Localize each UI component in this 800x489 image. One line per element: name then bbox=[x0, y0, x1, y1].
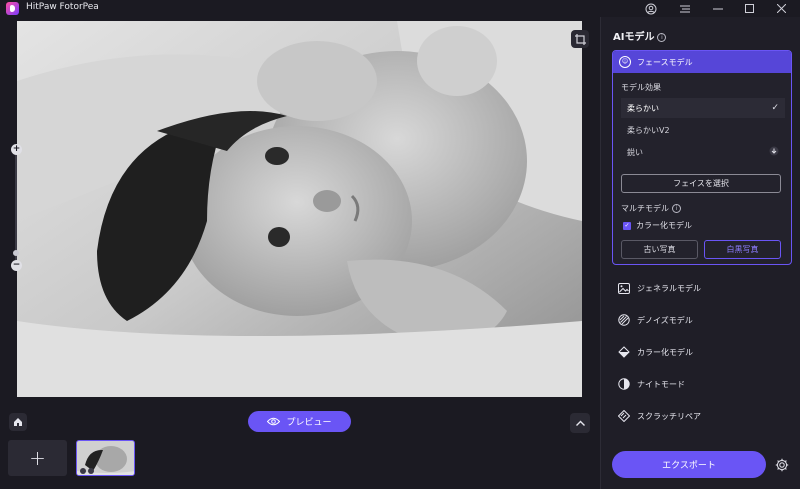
photo-canvas[interactable] bbox=[17, 21, 582, 397]
face-model-header[interactable]: ☺ フェースモデル bbox=[613, 51, 791, 73]
model-item-label: カラー化モデル bbox=[637, 347, 693, 357]
add-image-button[interactable]: + bbox=[8, 440, 67, 476]
preview-label: プレビュー bbox=[286, 418, 332, 428]
scratch-icon bbox=[618, 410, 630, 422]
checkbox-checked-icon[interactable]: ✓ bbox=[623, 221, 631, 230]
maximize-icon[interactable] bbox=[736, 0, 762, 17]
effect-option-label: 柔らかいV2 bbox=[627, 125, 670, 135]
model-item-label: ジェネラルモデル bbox=[637, 283, 701, 293]
multi-model-text: マルチモデル bbox=[621, 204, 669, 213]
colorize-checkbox-row[interactable]: ✓ カラー化モデル bbox=[623, 220, 692, 231]
info-icon[interactable]: i bbox=[672, 204, 681, 213]
thumbnail-image bbox=[77, 441, 134, 475]
preview-button[interactable]: プレビュー bbox=[248, 411, 351, 432]
zoom-out-icon[interactable]: − bbox=[11, 260, 22, 271]
old-photo-button[interactable]: 古い写真 bbox=[621, 240, 698, 259]
zoom-slider-thumb[interactable] bbox=[13, 250, 19, 256]
home-button[interactable] bbox=[9, 413, 27, 431]
select-face-button[interactable]: フェイスを選択 bbox=[621, 174, 781, 193]
image-icon bbox=[618, 282, 630, 294]
crop-icon bbox=[574, 33, 586, 45]
account-icon[interactable] bbox=[638, 0, 664, 17]
model-item-colorize[interactable]: カラー化モデル bbox=[618, 344, 693, 360]
model-effect-label: モデル効果 bbox=[621, 83, 661, 92]
model-item-label: スクラッチリペア bbox=[637, 411, 701, 421]
eye-icon bbox=[267, 417, 281, 426]
zoom-slider[interactable] bbox=[15, 152, 17, 262]
effect-option-label: 柔らかい bbox=[627, 103, 659, 113]
effect-option-sharp[interactable]: 鋭い bbox=[621, 142, 785, 162]
checkmark-icon: ✓ bbox=[771, 103, 779, 113]
settings-button[interactable] bbox=[773, 456, 790, 473]
zoom-in-icon[interactable]: + bbox=[11, 144, 22, 155]
app-title: HitPaw FotorPea bbox=[26, 2, 99, 12]
info-icon[interactable]: i bbox=[657, 33, 667, 42]
effect-option-soft[interactable]: 柔らかい ✓ bbox=[621, 98, 785, 118]
colorize-checkbox-label: カラー化モデル bbox=[636, 221, 692, 230]
multi-model-label: マルチモデル i bbox=[621, 203, 681, 214]
chevron-up-icon bbox=[575, 420, 585, 426]
close-icon[interactable] bbox=[768, 0, 794, 17]
effect-option-soft-v2[interactable]: 柔らかいV2 bbox=[621, 120, 785, 140]
model-item-denoise[interactable]: デノイズモデル bbox=[618, 312, 693, 328]
panel-title-text: AIモデル bbox=[613, 32, 655, 43]
half-circle-icon bbox=[618, 378, 630, 390]
collapse-button[interactable] bbox=[570, 413, 590, 433]
model-item-night[interactable]: ナイトモード bbox=[618, 376, 685, 392]
export-button[interactable]: エクスポート bbox=[612, 451, 766, 478]
minimize-icon[interactable] bbox=[705, 0, 731, 17]
gear-icon bbox=[775, 458, 788, 471]
app-logo-icon bbox=[6, 2, 19, 15]
face-model-label: フェースモデル bbox=[637, 57, 693, 67]
menu-icon[interactable] bbox=[672, 0, 698, 17]
model-item-label: デノイズモデル bbox=[637, 315, 693, 325]
home-icon bbox=[14, 418, 22, 426]
model-item-scratch[interactable]: スクラッチリペア bbox=[618, 408, 701, 424]
title-bar: HitPaw FotorPea bbox=[0, 0, 800, 17]
panel-title: AIモデル i bbox=[613, 28, 667, 43]
baby-photo bbox=[17, 21, 582, 397]
bw-photo-button[interactable]: 白黒写真 bbox=[704, 240, 781, 259]
crop-button[interactable] bbox=[571, 30, 589, 48]
model-item-label: ナイトモード bbox=[637, 379, 685, 389]
effect-option-label: 鋭い bbox=[627, 147, 643, 157]
face-model-card: ☺ フェースモデル モデル効果 柔らかい ✓ 柔らかいV2 鋭い フェイスを選択… bbox=[612, 50, 792, 265]
denoise-icon bbox=[618, 314, 630, 326]
paint-bucket-icon bbox=[618, 346, 630, 358]
model-item-general[interactable]: ジェネラルモデル bbox=[618, 280, 701, 296]
download-icon[interactable] bbox=[769, 146, 779, 159]
face-icon: ☺ bbox=[619, 56, 631, 68]
image-thumbnail[interactable] bbox=[76, 440, 135, 476]
bottom-bar: プレビュー + bbox=[0, 403, 600, 489]
